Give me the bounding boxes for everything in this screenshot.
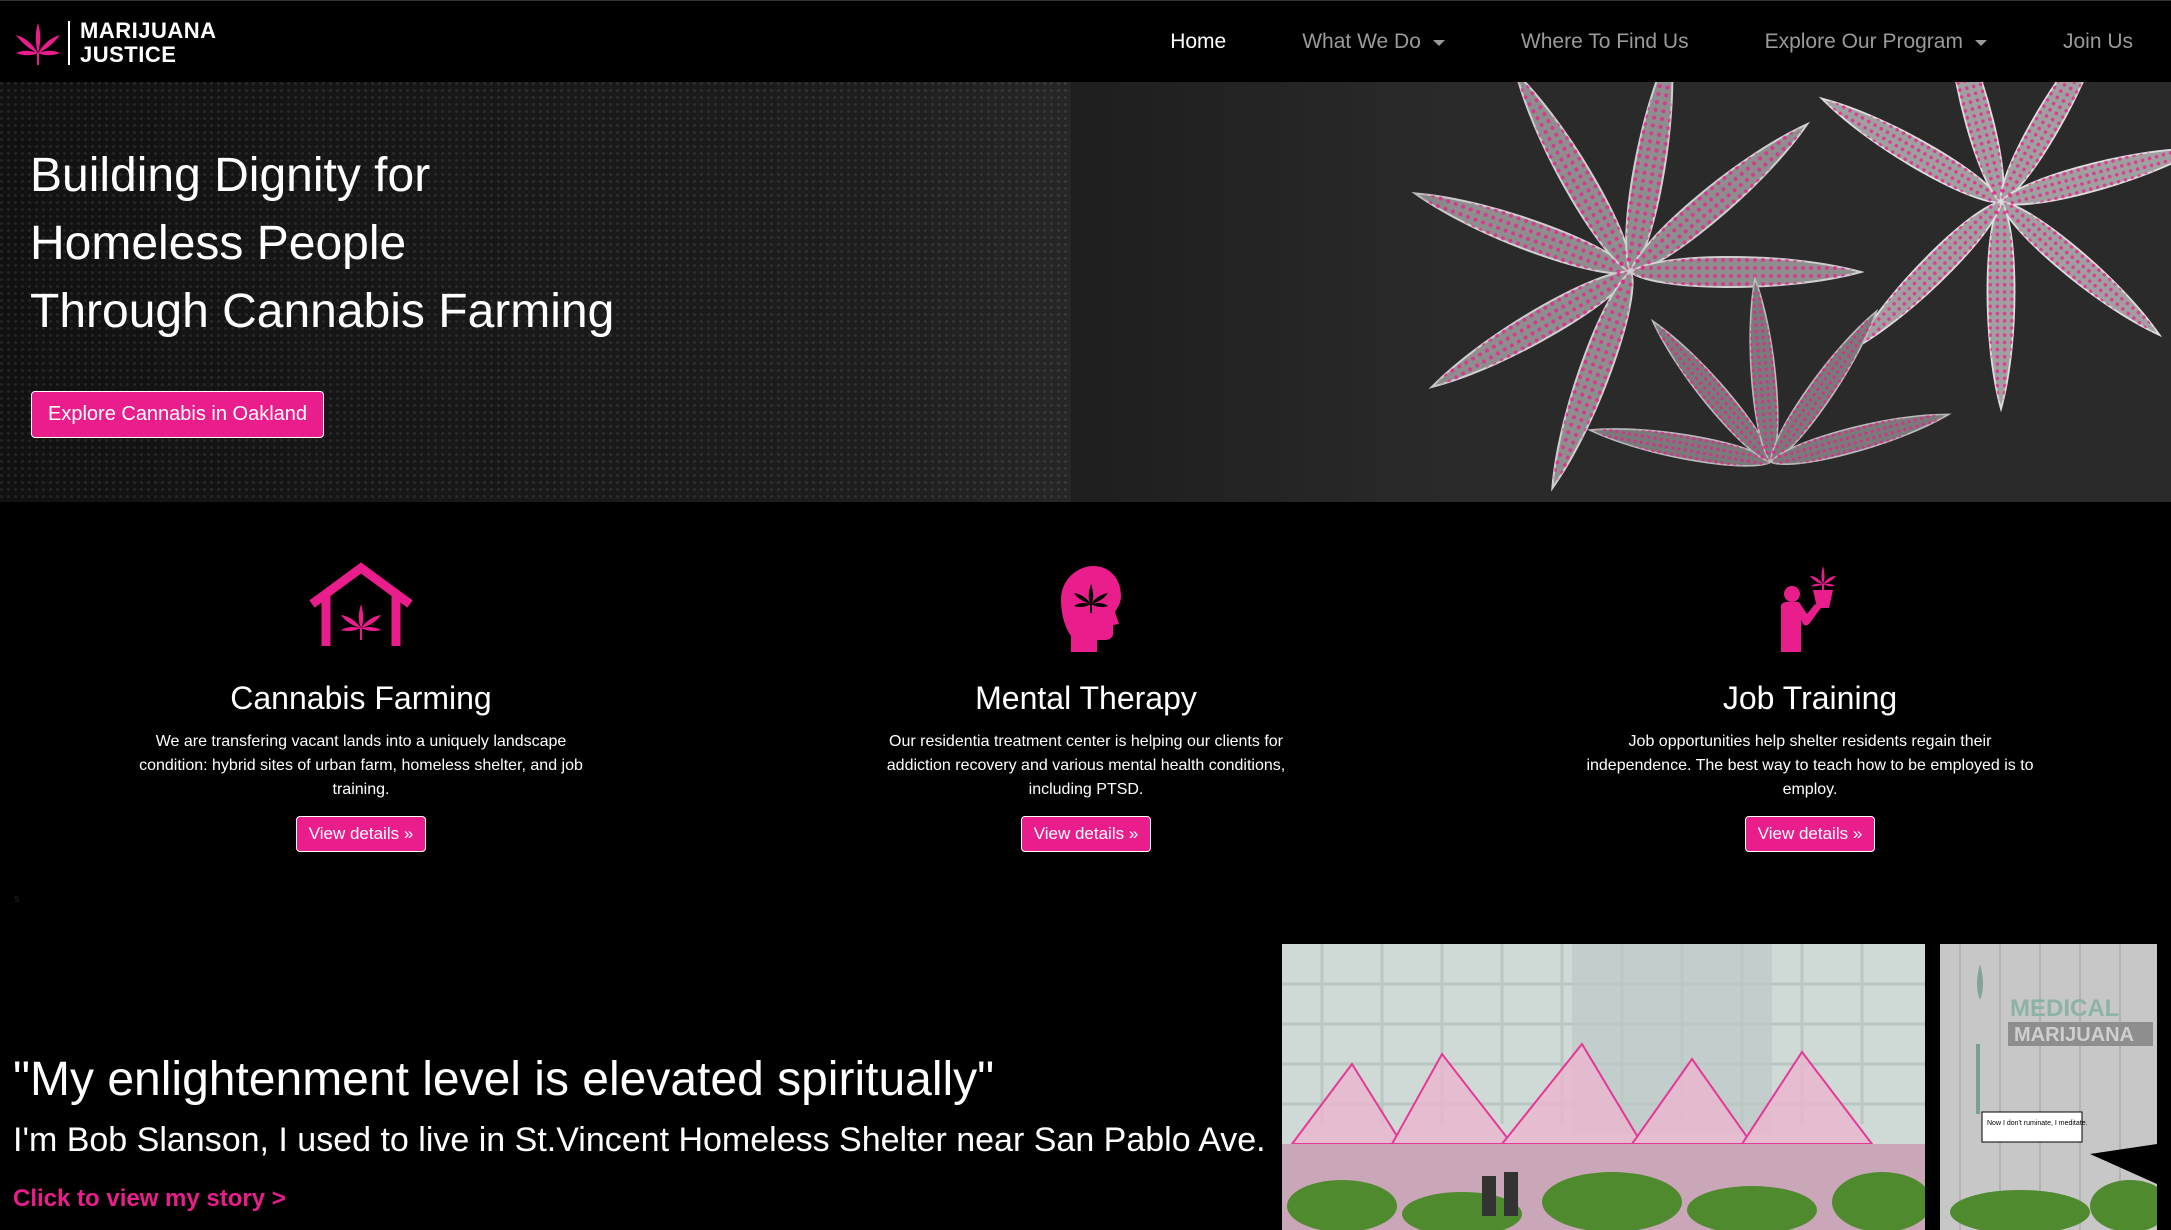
hero-title-line: Homeless People	[30, 217, 407, 270]
features-section: Cannabis Farming We are transfering vaca…	[0, 502, 2171, 852]
hero-title: Building Dignity for Homeless People Thr…	[30, 142, 614, 346]
sign-text-line-2: MARIJUANA	[2014, 1024, 2134, 1046]
hero-title-line: Through Cannabis Farming	[30, 285, 615, 338]
brand-name: MARIJUANA JUSTICE	[80, 19, 217, 67]
greenhouse-photo	[1282, 944, 1925, 1230]
nav-item-label: Where To Find Us	[1520, 30, 1689, 53]
feature-title: Mental Therapy	[975, 680, 1197, 716]
feature-description: Our residentia treatment center is helpi…	[886, 733, 1286, 798]
medical-marijuana-illustration: MEDICAL MARIJUANA Now I don't ruminate, …	[1940, 944, 2157, 1230]
hero-title-line: Building Dignity for	[30, 149, 431, 202]
view-details-button[interactable]: View details »	[1744, 816, 1876, 852]
chevron-down-icon	[1432, 40, 1445, 46]
nav-item-label: What We Do	[1302, 30, 1421, 53]
nav-menu: Home What We Do Where To Find Us Explore…	[1132, 1, 2171, 83]
nav-item-what-we-do[interactable]: What We Do	[1264, 30, 1483, 54]
nav-item-label: Explore Our Program	[1764, 30, 1963, 53]
view-story-link[interactable]: Click to view my story >	[13, 1182, 286, 1216]
nav-item-join-us[interactable]: Join Us	[2025, 30, 2171, 54]
navbar: MARIJUANA JUSTICE Home What We Do Where …	[0, 0, 2171, 82]
person-plant-icon	[1781, 566, 1836, 652]
brand-separator	[68, 21, 70, 65]
explore-cannabis-button[interactable]: Explore Cannabis in Oakland	[31, 391, 325, 438]
nav-item-where-to-find-us[interactable]: Where To Find Us	[1483, 30, 1727, 54]
nav-item-home[interactable]: Home	[1132, 30, 1264, 54]
feature-description: Job opportunities help shelter residents…	[1586, 733, 2034, 798]
feature-title: Job Training	[1722, 680, 1898, 716]
view-details-button[interactable]: View details »	[1020, 816, 1152, 852]
testimonial-author-line: I'm Bob Slanson, I used to live in St.Vi…	[13, 1121, 1266, 1159]
testimonial-quote: "My enlightenment level is elevated spir…	[13, 1053, 995, 1106]
house-cannabis-icon	[309, 562, 413, 646]
nav-item-label: Join Us	[2062, 30, 2133, 53]
chevron-down-icon	[1974, 40, 1987, 46]
feature-title: Cannabis Farming	[230, 680, 492, 716]
hero-banner: Building Dignity for Homeless People Thr…	[0, 82, 2171, 502]
photo-caption: Now I don't ruminate, I meditate.	[1987, 1120, 2088, 1127]
brand-logo-link[interactable]: MARIJUANA JUSTICE	[14, 15, 217, 71]
feature-description: We are transfering vacant lands into a u…	[139, 733, 583, 798]
nav-item-label: Home	[1170, 30, 1227, 53]
sign-text-line-1: MEDICAL	[2010, 995, 2119, 1022]
nav-item-explore-our-program[interactable]: Explore Our Program	[1727, 30, 2025, 54]
medical-marijuana-photo: MEDICAL MARIJUANA Now I don't ruminate, …	[1940, 944, 2157, 1230]
brand-line-2: JUSTICE	[80, 42, 177, 67]
view-details-button[interactable]: View details »	[295, 816, 427, 852]
feature-cannabis-farming: Cannabis Farming We are transfering vaca…	[126, 502, 596, 852]
head-cannabis-icon	[1061, 566, 1121, 652]
feature-mental-therapy: Mental Therapy Our residentia treatment …	[851, 502, 1321, 852]
stray-text: s	[14, 893, 20, 905]
greenhouse-illustration	[1282, 944, 1925, 1230]
cannabis-leaf-icon	[16, 23, 60, 65]
brand-line-1: MARIJUANA	[80, 18, 217, 43]
cannabis-leaves-image	[1071, 82, 2171, 502]
feature-job-training: Job Training Job opportunities help shel…	[1575, 502, 2045, 852]
